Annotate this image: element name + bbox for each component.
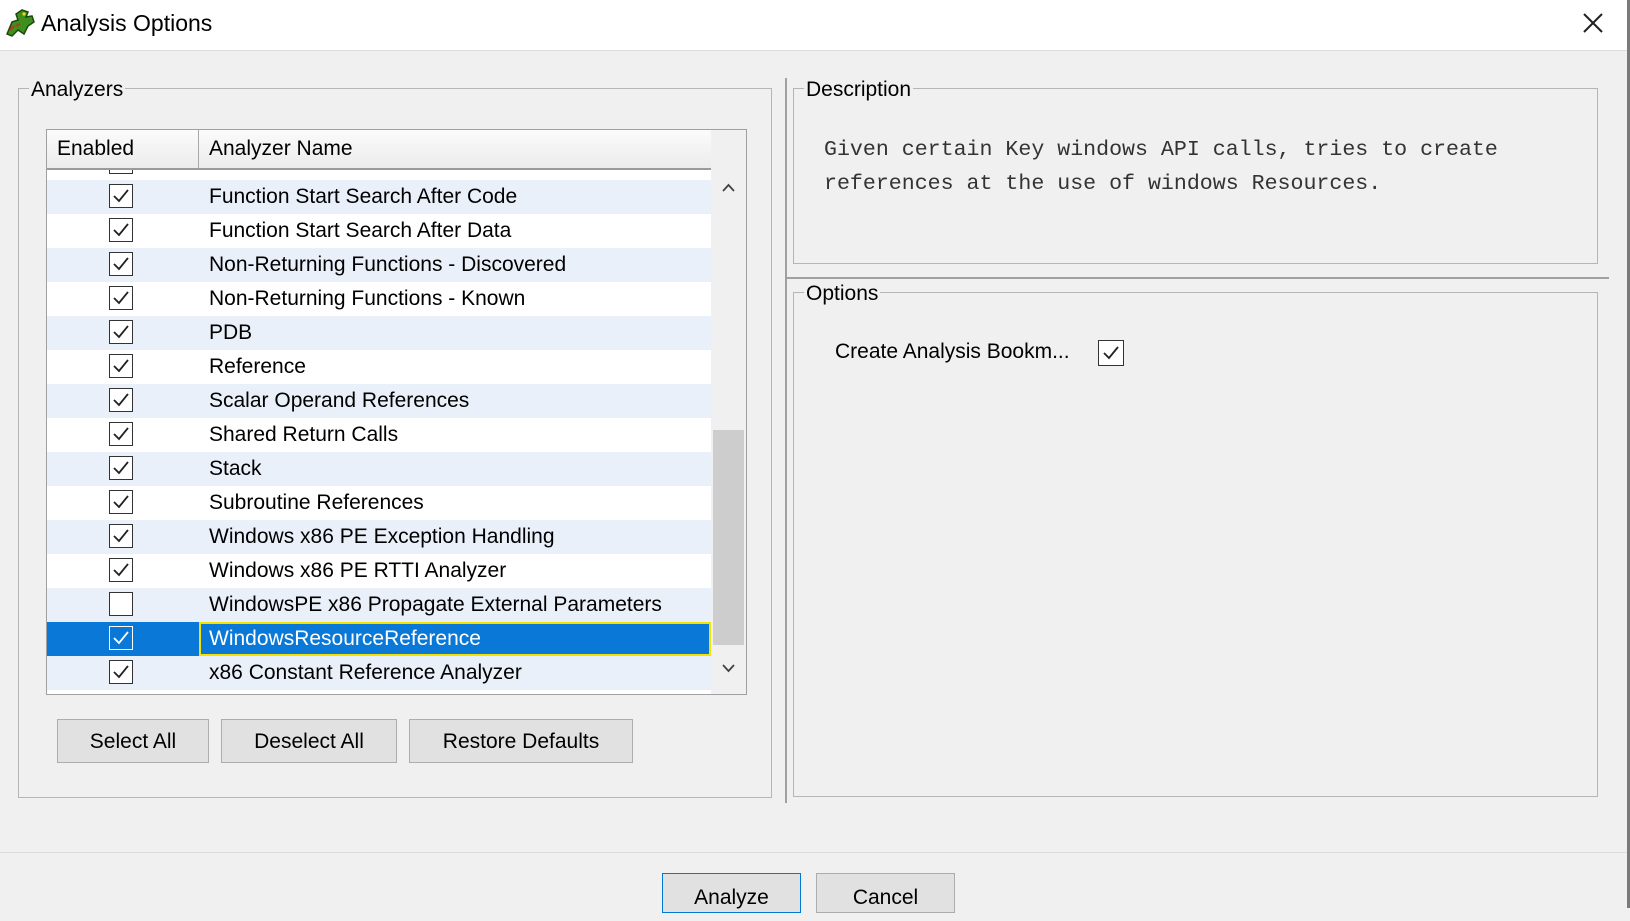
row-enabled-checkbox[interactable] bbox=[109, 218, 133, 242]
title-bar: Analysis Options bbox=[0, 0, 1630, 51]
row-analyzer-name: PDB bbox=[209, 321, 253, 344]
row-analyzer-name: Non-Returning Functions - Discovered bbox=[209, 253, 567, 276]
row-enabled-checkbox[interactable] bbox=[109, 320, 133, 344]
row-analyzer-name: Scalar Operand References bbox=[209, 389, 470, 412]
column-header-analyzer-name[interactable]: Analyzer Name bbox=[199, 130, 711, 168]
table-row[interactable]: Reference bbox=[47, 350, 711, 384]
deselect-all-button[interactable]: Deselect All bbox=[221, 719, 397, 763]
row-analyzer-name: Shared Return Calls bbox=[209, 423, 399, 446]
table-row[interactable]: PDB bbox=[47, 316, 711, 350]
table-row[interactable]: Subroutine References bbox=[47, 486, 711, 520]
analyzers-group-title: Analyzers bbox=[29, 78, 126, 102]
row-enabled-checkbox[interactable] bbox=[109, 490, 133, 514]
table-row[interactable]: Non-Returning Functions - Discovered bbox=[47, 248, 711, 282]
row-enabled-checkbox[interactable] bbox=[109, 558, 133, 582]
option-label-create-analysis-bookmarks: Create Analysis Bookm... bbox=[835, 340, 1070, 363]
window-title: Analysis Options bbox=[41, 10, 213, 36]
row-analyzer-name: Windows x86 PE RTTI Analyzer bbox=[209, 559, 507, 582]
options-group bbox=[793, 292, 1598, 797]
row-analyzer-name: Function Start Search After Data bbox=[209, 219, 512, 242]
row-enabled-checkbox[interactable] bbox=[109, 184, 133, 208]
split-pane-divider[interactable] bbox=[785, 78, 787, 803]
table-row[interactable]: WindowsPE x86 Propagate External Paramet… bbox=[47, 588, 711, 622]
description-group-title: Description bbox=[804, 78, 914, 102]
table-row[interactable] bbox=[47, 170, 711, 180]
options-group-title: Options bbox=[804, 282, 881, 306]
row-analyzer-name: Reference bbox=[209, 355, 306, 378]
analyze-button[interactable]: Analyze bbox=[662, 873, 801, 913]
row-analyzer-name: x86 Constant Reference Analyzer bbox=[209, 661, 522, 684]
cancel-button[interactable]: Cancel bbox=[816, 873, 955, 913]
description-options-divider[interactable] bbox=[787, 277, 1609, 279]
row-enabled-checkbox[interactable] bbox=[109, 592, 133, 616]
row-analyzer-name: Stack bbox=[209, 457, 262, 480]
row-analyzer-name: WindowsResourceReference bbox=[199, 622, 711, 656]
row-enabled-checkbox[interactable] bbox=[109, 422, 133, 446]
dragon-icon bbox=[4, 8, 36, 38]
row-enabled-checkbox[interactable] bbox=[109, 456, 133, 480]
row-enabled-checkbox[interactable] bbox=[109, 388, 133, 412]
row-enabled-checkbox[interactable] bbox=[109, 626, 133, 650]
close-icon[interactable] bbox=[1580, 10, 1606, 36]
option-checkbox-create-analysis-bookmarks[interactable] bbox=[1098, 340, 1124, 366]
analyzers-table: Enabled Analyzer Name Function Start Sea… bbox=[46, 129, 747, 695]
footer-divider bbox=[0, 852, 1627, 853]
table-row[interactable]: Scalar Operand References bbox=[47, 384, 711, 418]
row-enabled-checkbox[interactable] bbox=[109, 524, 133, 548]
row-analyzer-name: Subroutine References bbox=[209, 491, 424, 514]
row-analyzer-name: Function Start Search After Code bbox=[209, 185, 518, 208]
restore-defaults-button[interactable]: Restore Defaults bbox=[409, 719, 633, 763]
table-row[interactable]: WindowsResourceReference bbox=[47, 622, 711, 656]
row-enabled-checkbox[interactable] bbox=[109, 660, 133, 684]
table-row[interactable]: Windows x86 PE RTTI Analyzer bbox=[47, 554, 711, 588]
table-row[interactable]: Non-Returning Functions - Known bbox=[47, 282, 711, 316]
row-analyzer-name: Non-Returning Functions - Known bbox=[209, 287, 526, 310]
column-header-enabled[interactable]: Enabled bbox=[47, 130, 199, 168]
scroll-down-icon[interactable] bbox=[711, 650, 746, 686]
row-enabled-checkbox[interactable] bbox=[109, 286, 133, 310]
table-row[interactable]: Windows x86 PE Exception Handling bbox=[47, 520, 711, 554]
row-enabled-checkbox[interactable] bbox=[109, 354, 133, 378]
table-header: Enabled Analyzer Name bbox=[47, 130, 711, 170]
row-enabled-checkbox[interactable] bbox=[109, 170, 133, 174]
table-row[interactable]: Function Start Search After Data bbox=[47, 214, 711, 248]
table-row[interactable]: Shared Return Calls bbox=[47, 418, 711, 452]
table-row[interactable]: Function Start Search After Code bbox=[47, 180, 711, 214]
vertical-scrollbar[interactable] bbox=[711, 130, 746, 694]
table-row[interactable]: Stack bbox=[47, 452, 711, 486]
scroll-up-icon[interactable] bbox=[711, 170, 746, 206]
row-analyzer-name: WindowsPE x86 Propagate External Paramet… bbox=[209, 593, 662, 616]
select-all-button[interactable]: Select All bbox=[57, 719, 209, 763]
row-analyzer-name: Windows x86 PE Exception Handling bbox=[209, 525, 555, 548]
row-enabled-checkbox[interactable] bbox=[109, 252, 133, 276]
table-row[interactable]: x86 Constant Reference Analyzer bbox=[47, 656, 711, 690]
description-text: Given certain Key windows API calls, tri… bbox=[824, 138, 1498, 196]
scroll-thumb[interactable] bbox=[713, 430, 744, 645]
table-body: Function Start Search After Code Function… bbox=[47, 170, 711, 694]
